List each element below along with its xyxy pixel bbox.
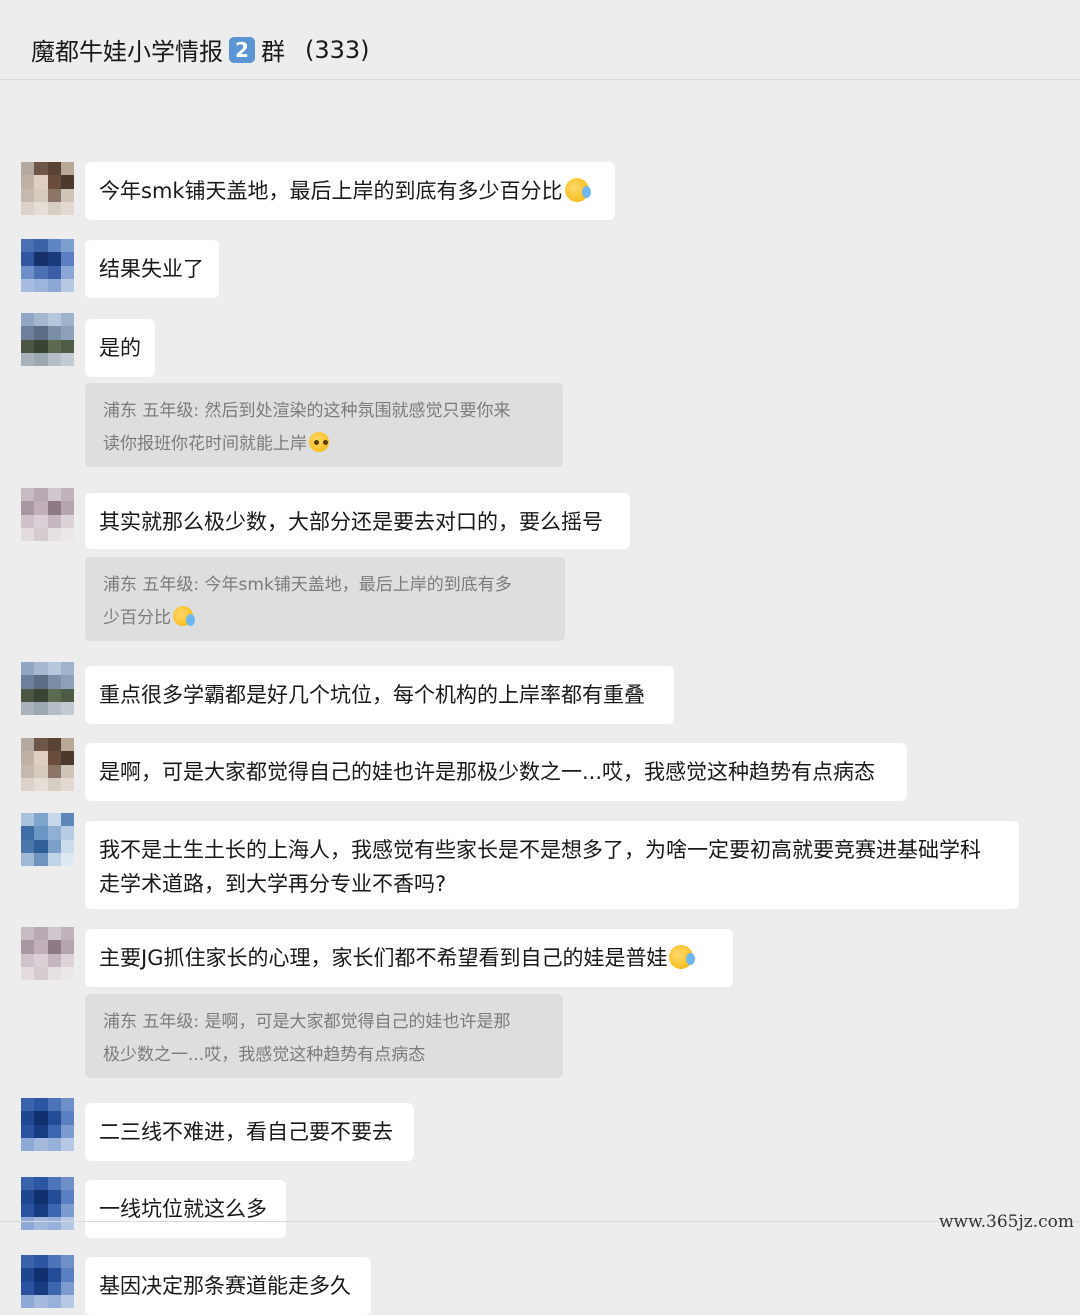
chat-header: 魔都牛娃小学情报 2 群 (333) xyxy=(0,0,1080,80)
quoted-text: 浦东 五年级: 今年smk铺天盖地，最后上岸的到底有多 少百分比 xyxy=(103,575,512,628)
avatar[interactable] xyxy=(21,927,74,980)
crying-laughing-emoji xyxy=(173,606,195,626)
message-bubble[interactable]: 基因决定那条赛道能走多久 xyxy=(85,1257,371,1315)
message-text: 是啊，可是大家都觉得自己的娃也许是那极少数之一...哎，我感觉这种趋势有点病态 xyxy=(99,760,876,784)
message-text: 主要JG抓住家长的心理，家长们都不希望看到自己的娃是普娃 xyxy=(99,946,668,970)
message-bubble[interactable]: 结果失业了 xyxy=(85,240,219,298)
message-text: 重点很多学霸都是好几个坑位，每个机构的上岸率都有重叠 xyxy=(99,683,645,707)
avatar[interactable] xyxy=(21,162,74,215)
quoted-message[interactable]: 浦东 五年级: 今年smk铺天盖地，最后上岸的到底有多 少百分比 xyxy=(85,557,565,641)
quoted-text: 浦东 五年级: 然后到处渲染的这种氛围就感觉只要你来 读你报班你花时间就能上岸 xyxy=(103,401,511,454)
avatar[interactable] xyxy=(21,813,74,866)
avatar[interactable] xyxy=(21,738,74,791)
divider xyxy=(0,1221,1080,1222)
message-bubble[interactable]: 我不是土生土长的上海人，我感觉有些家长是不是想多了，为啥一定要初高就要竞赛进基础… xyxy=(85,821,1019,909)
message-text: 是的 xyxy=(99,336,141,360)
avatar[interactable] xyxy=(21,1098,74,1151)
avatar[interactable] xyxy=(21,1255,74,1308)
quoted-message[interactable]: 浦东 五年级: 然后到处渲染的这种氛围就感觉只要你来 读你报班你花时间就能上岸 xyxy=(85,383,563,467)
message-bubble[interactable]: 二三线不难进，看自己要不要去 xyxy=(85,1103,414,1161)
quoted-text: 浦东 五年级: 是啊，可是大家都觉得自己的娃也许是那 极少数之一...哎，我感觉… xyxy=(103,1012,511,1065)
message-bubble[interactable]: 是啊，可是大家都觉得自己的娃也许是那极少数之一...哎，我感觉这种趋势有点病态 xyxy=(85,743,907,801)
crying-laughing-emoji xyxy=(669,945,696,969)
message-bubble[interactable]: 主要JG抓住家长的心理，家长们都不希望看到自己的娃是普娃 xyxy=(85,929,733,987)
message-bubble[interactable]: 一线坑位就这么多 xyxy=(85,1180,286,1238)
chat-title: 魔都牛娃小学情报 xyxy=(31,38,223,66)
message-bubble[interactable]: 其实就那么极少数，大部分还是要去对口的，要么摇号 xyxy=(85,493,630,549)
message-text: 二三线不难进，看自己要不要去 xyxy=(99,1120,393,1144)
message-text: 基因决定那条赛道能走多久 xyxy=(99,1274,351,1298)
member-count: (333) xyxy=(305,35,370,64)
keycap-number-icon: 2 xyxy=(229,36,255,63)
message-bubble[interactable]: 是的 xyxy=(85,319,155,377)
crying-laughing-emoji xyxy=(564,178,591,202)
chat-title-suffix: 群 xyxy=(261,38,285,66)
message-text: 今年smk铺天盖地，最后上岸的到底有多少百分比 xyxy=(99,179,563,203)
watermark: www.365jz.com xyxy=(939,1212,1074,1232)
avatar[interactable] xyxy=(21,239,74,292)
message-bubble[interactable]: 今年smk铺天盖地，最后上岸的到底有多少百分比 xyxy=(85,162,615,220)
message-text: 一线坑位就这么多 xyxy=(99,1197,267,1221)
message-text: 我不是土生土长的上海人，我感觉有些家长是不是想多了，为啥一定要初高就要竞赛进基础… xyxy=(99,838,981,896)
message-bubble[interactable]: 重点很多学霸都是好几个坑位，每个机构的上岸率都有重叠 xyxy=(85,666,674,724)
message-text: 结果失业了 xyxy=(99,257,204,281)
avatar[interactable] xyxy=(21,313,74,366)
message-text: 其实就那么极少数，大部分还是要去对口的，要么摇号 xyxy=(99,510,603,534)
pleading-face-emoji xyxy=(309,432,329,452)
quoted-message[interactable]: 浦东 五年级: 是啊，可是大家都觉得自己的娃也许是那 极少数之一...哎，我感觉… xyxy=(85,994,563,1078)
avatar[interactable] xyxy=(21,662,74,715)
avatar[interactable] xyxy=(21,1177,74,1230)
avatar[interactable] xyxy=(21,488,74,541)
